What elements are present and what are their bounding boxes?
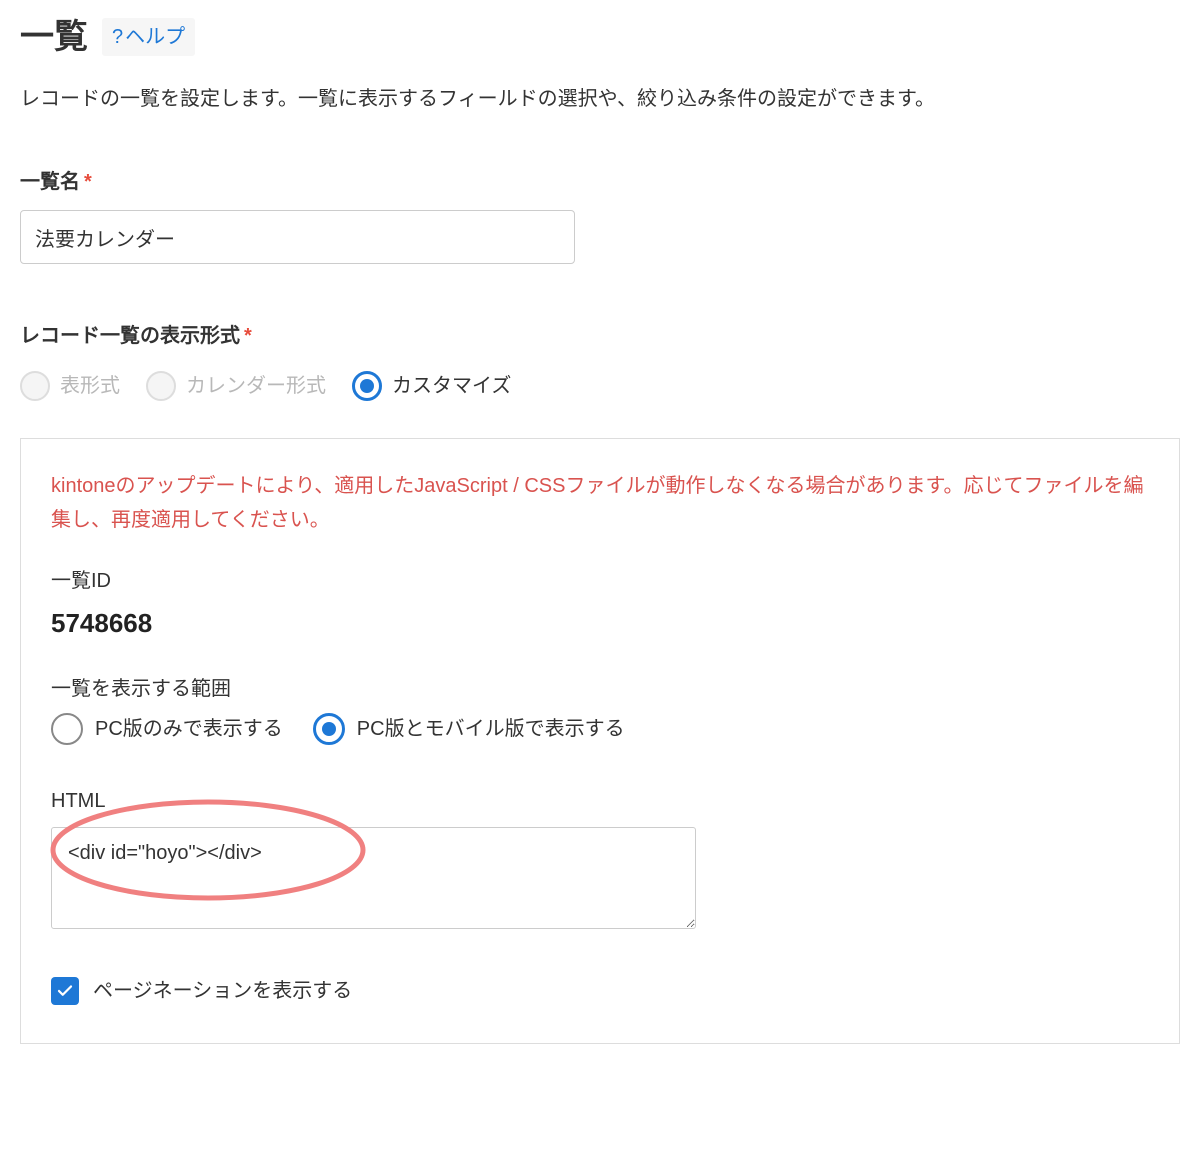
- help-link[interactable]: ヘルプ: [102, 18, 195, 56]
- radio-option-calendar: カレンダー形式: [146, 370, 326, 402]
- list-id-label: 一覧ID: [51, 565, 1149, 597]
- radio-icon: [313, 713, 345, 745]
- radio-icon: [51, 713, 83, 745]
- list-name-input[interactable]: [20, 210, 575, 264]
- radio-option-pc-mobile[interactable]: PC版とモバイル版で表示する: [313, 713, 625, 745]
- radio-label: 表形式: [60, 370, 120, 402]
- page-description: レコードの一覧を設定します。一覧に表示するフィールドの選択や、絞り込み条件の設定…: [20, 82, 1180, 116]
- html-textarea[interactable]: <div id="hoyo"></div>: [51, 827, 696, 929]
- radio-option-table: 表形式: [20, 370, 120, 402]
- pagination-checkbox[interactable]: ページネーションを表示する: [51, 975, 1149, 1007]
- html-label: HTML: [51, 785, 1149, 817]
- display-format-label: レコード一覧の表示形式*: [20, 320, 1180, 352]
- page-title: 一覧: [20, 10, 88, 64]
- custom-settings-panel: kintoneのアップデートにより、適用したJavaScript / CSSファ…: [20, 438, 1180, 1044]
- radio-label: カレンダー形式: [186, 370, 326, 402]
- list-name-label: 一覧名*: [20, 166, 1180, 198]
- radio-option-custom[interactable]: カスタマイズ: [352, 370, 511, 402]
- radio-icon: [352, 371, 382, 401]
- radio-label: PC版とモバイル版で表示する: [357, 713, 625, 745]
- radio-label: PC版のみで表示する: [95, 713, 283, 745]
- radio-option-pc-only[interactable]: PC版のみで表示する: [51, 713, 283, 745]
- checkbox-checked-icon: [51, 977, 79, 1005]
- required-mark-icon: *: [84, 171, 92, 193]
- checkbox-label: ページネーションを表示する: [93, 975, 352, 1007]
- radio-icon: [20, 371, 50, 401]
- warning-message: kintoneのアップデートにより、適用したJavaScript / CSSファ…: [51, 469, 1149, 537]
- radio-label: カスタマイズ: [392, 370, 511, 402]
- scope-label: 一覧を表示する範囲: [51, 673, 1149, 705]
- list-id-value: 5748668: [51, 603, 1149, 645]
- required-mark-icon: *: [244, 325, 252, 347]
- radio-icon: [146, 371, 176, 401]
